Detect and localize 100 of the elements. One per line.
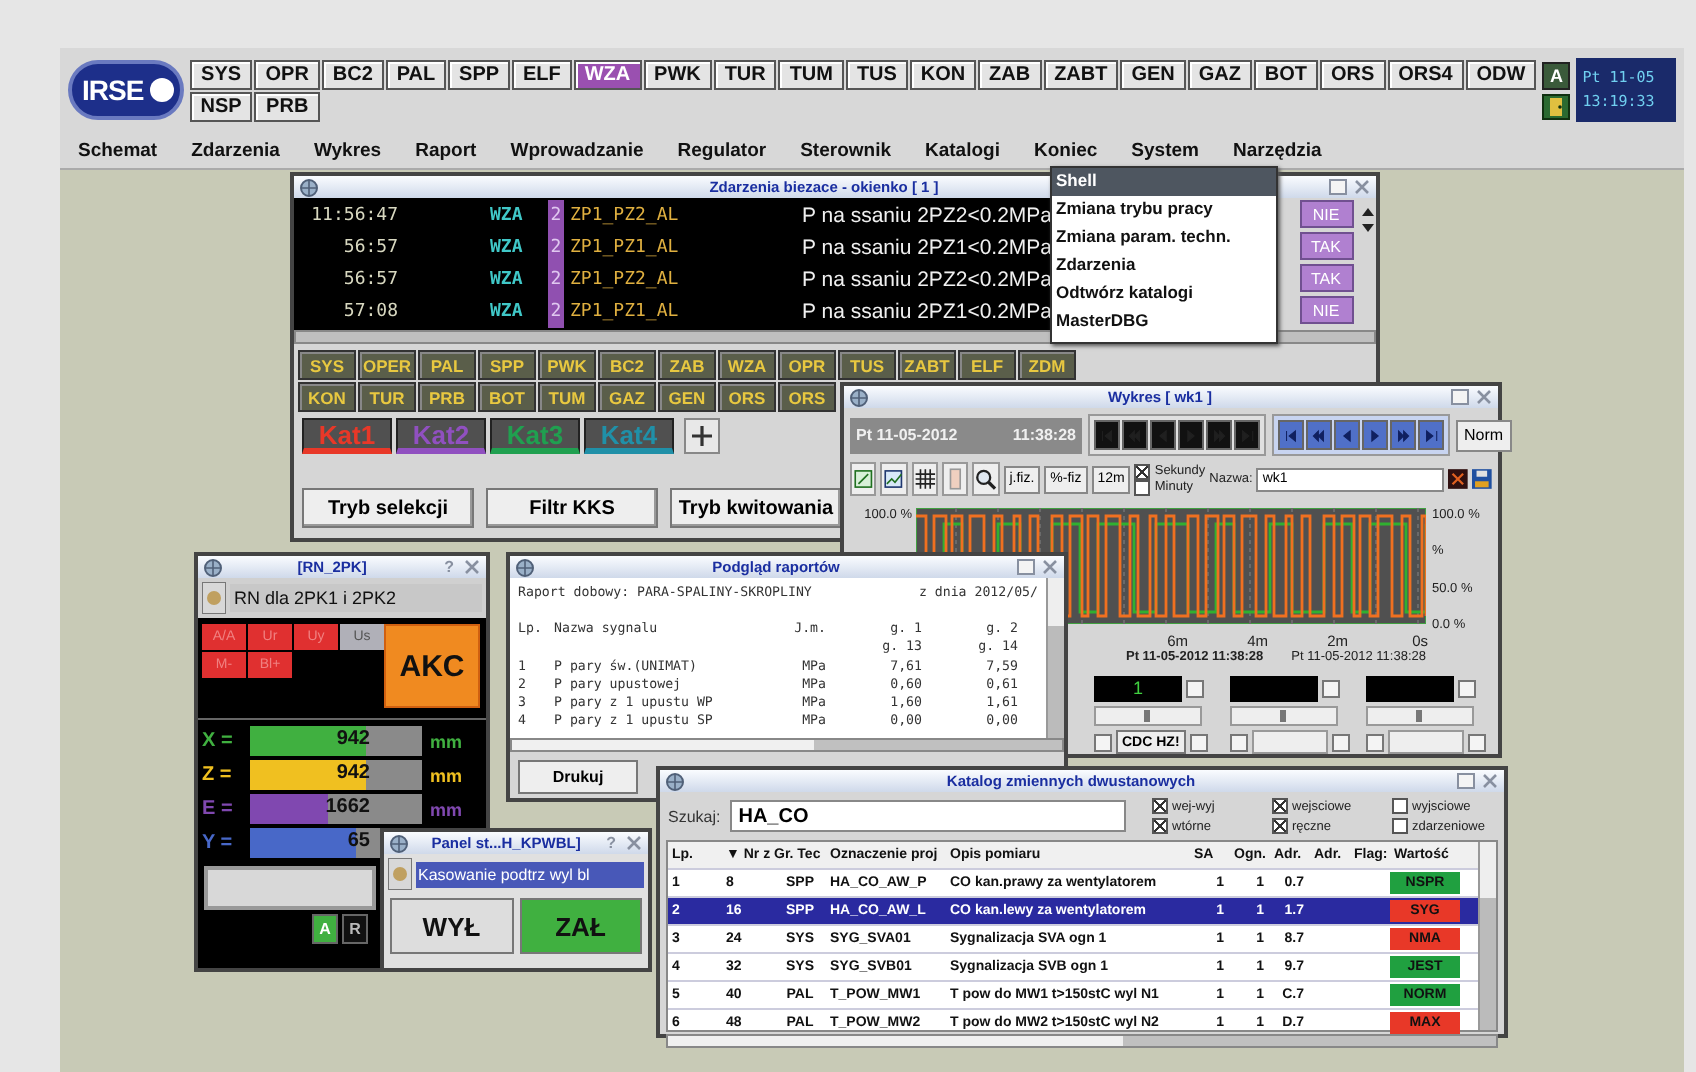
checkbox[interactable] bbox=[1392, 798, 1408, 814]
mode-button[interactable]: Tryb kwitowania bbox=[670, 488, 842, 528]
fast-forward-button[interactable] bbox=[1390, 420, 1416, 450]
group-button[interactable]: ORS bbox=[1319, 59, 1386, 89]
group-button[interactable]: GAZ bbox=[1187, 59, 1252, 89]
vertical-scrollbar[interactable] bbox=[1478, 842, 1496, 1030]
fast-forward-button[interactable] bbox=[1206, 420, 1232, 450]
group-button[interactable]: ZABT bbox=[1043, 59, 1119, 89]
filter-button[interactable]: ZABT bbox=[898, 350, 956, 380]
checkbox[interactable] bbox=[1152, 798, 1168, 814]
step-back-button[interactable] bbox=[1150, 420, 1176, 450]
pen-field[interactable] bbox=[1388, 730, 1464, 754]
menu-entry[interactable]: Zmiana trybu pracy bbox=[1052, 196, 1276, 224]
step-back-button[interactable] bbox=[1334, 420, 1360, 450]
slider-thumb[interactable] bbox=[1280, 710, 1286, 722]
filter-button[interactable]: GAZ bbox=[598, 382, 656, 412]
rewind-button[interactable] bbox=[1306, 420, 1332, 450]
menu-entry[interactable]: Zdarzenia bbox=[1052, 252, 1276, 280]
close-icon[interactable] bbox=[1480, 772, 1500, 790]
pen-color-button[interactable] bbox=[1230, 733, 1248, 751]
grid-icon[interactable] bbox=[911, 462, 939, 496]
slider-thumb[interactable] bbox=[1144, 710, 1150, 722]
maximize-icon[interactable] bbox=[1016, 558, 1036, 576]
group-button[interactable]: TUS bbox=[845, 59, 908, 89]
window-menu-icon[interactable] bbox=[848, 387, 870, 407]
filter-button[interactable]: ORS bbox=[718, 382, 776, 412]
menu-item[interactable]: Wykres bbox=[313, 139, 382, 161]
mode-button[interactable]: R bbox=[342, 914, 368, 944]
group-button[interactable]: SPP bbox=[448, 59, 511, 89]
window-menu-icon[interactable] bbox=[298, 177, 320, 197]
filter-button[interactable]: PWK bbox=[538, 350, 596, 380]
mode-button[interactable]: Filtr KKS bbox=[486, 488, 658, 528]
group-button[interactable]: TUM bbox=[778, 59, 844, 89]
filter-button[interactable]: TUM bbox=[538, 382, 596, 412]
filter-button[interactable]: ZDM bbox=[1018, 350, 1076, 380]
menu-entry[interactable]: MasterDBG bbox=[1052, 308, 1276, 336]
close-icon[interactable] bbox=[1473, 388, 1494, 406]
maximize-icon[interactable] bbox=[1456, 772, 1476, 790]
device-icon[interactable] bbox=[202, 582, 226, 614]
group-button[interactable]: ODW bbox=[1465, 59, 1537, 89]
group-button[interactable]: KON bbox=[909, 59, 977, 89]
group-button[interactable]: PRB bbox=[254, 91, 320, 121]
last-button[interactable] bbox=[1234, 420, 1260, 450]
door-icon[interactable] bbox=[1542, 93, 1571, 119]
filter-button[interactable]: KON bbox=[298, 382, 356, 412]
filter-button[interactable]: WZA bbox=[718, 350, 776, 380]
vertical-scrollbar[interactable] bbox=[1046, 578, 1064, 738]
pen-color-button[interactable] bbox=[1094, 733, 1112, 751]
checkbox[interactable] bbox=[1272, 818, 1288, 834]
menu-item[interactable]: Sterownik bbox=[800, 139, 891, 161]
menu-item[interactable]: Zdarzenia bbox=[191, 139, 280, 161]
group-button[interactable]: SYS bbox=[189, 59, 253, 89]
norm-dropdown[interactable]: Norm bbox=[1456, 419, 1512, 451]
group-button[interactable]: BOT bbox=[1253, 59, 1318, 89]
pen-field[interactable] bbox=[1252, 730, 1328, 754]
group-button[interactable]: ZAB bbox=[978, 59, 1042, 89]
menu-item[interactable]: Regulator bbox=[677, 139, 767, 161]
maximize-icon[interactable] bbox=[1328, 178, 1348, 196]
menu-entry[interactable]: Odtwórz katalogi bbox=[1052, 280, 1276, 308]
checkbox[interactable] bbox=[1272, 798, 1288, 814]
group-button[interactable]: ORS4 bbox=[1387, 59, 1464, 89]
filter-button[interactable]: SYS bbox=[298, 350, 356, 380]
menu-item[interactable]: Koniec bbox=[1033, 139, 1098, 161]
close-icon[interactable] bbox=[1040, 558, 1060, 576]
pen-option-button[interactable] bbox=[1468, 733, 1486, 751]
pen-option-button[interactable] bbox=[1189, 733, 1208, 751]
group-button[interactable]: PAL bbox=[385, 59, 447, 89]
pen-option-button[interactable] bbox=[1332, 733, 1350, 751]
close-icon[interactable] bbox=[1352, 178, 1372, 196]
filter-button[interactable]: BOT bbox=[478, 382, 536, 412]
close-icon[interactable] bbox=[461, 558, 482, 576]
zoom-area-icon[interactable] bbox=[850, 462, 877, 496]
filter-button[interactable]: OPER bbox=[358, 350, 416, 380]
group-button[interactable]: GEN bbox=[1120, 59, 1186, 89]
print-button[interactable]: Drukuj bbox=[518, 760, 638, 794]
menu-item[interactable]: Narzędzia bbox=[1232, 139, 1322, 161]
mode-button[interactable]: Tryb selekcji bbox=[302, 488, 474, 528]
search-icon[interactable] bbox=[972, 462, 1000, 496]
acknowledge-button[interactable]: AKC bbox=[384, 624, 480, 708]
close-icon[interactable] bbox=[623, 834, 644, 852]
device-icon[interactable] bbox=[388, 858, 412, 890]
switch-button[interactable]: ZAŁ bbox=[519, 898, 642, 954]
mode-button[interactable]: A bbox=[1542, 61, 1571, 89]
pen-color-button[interactable] bbox=[1366, 733, 1384, 751]
filter-button[interactable]: TUS bbox=[838, 350, 896, 380]
switch-button[interactable]: WYŁ bbox=[390, 898, 513, 954]
filter-button[interactable]: GEN bbox=[658, 382, 716, 412]
pen-menu-button[interactable] bbox=[1186, 680, 1204, 698]
filter-button[interactable]: BC2 bbox=[598, 350, 656, 380]
filter-button[interactable]: OPR bbox=[778, 350, 836, 380]
window-menu-icon[interactable] bbox=[664, 771, 686, 791]
checkbox[interactable] bbox=[1134, 463, 1151, 479]
filter-button[interactable]: SPP bbox=[478, 350, 536, 380]
filter-button[interactable]: ORS bbox=[778, 382, 836, 412]
filter-button[interactable]: PRB bbox=[418, 382, 476, 412]
group-button[interactable]: BC2 bbox=[321, 59, 384, 89]
input-field[interactable] bbox=[204, 866, 376, 910]
last-button[interactable] bbox=[1418, 420, 1444, 450]
slider-thumb[interactable] bbox=[1416, 710, 1422, 722]
menu-entry[interactable]: Zmiana param. techn. bbox=[1052, 224, 1276, 252]
